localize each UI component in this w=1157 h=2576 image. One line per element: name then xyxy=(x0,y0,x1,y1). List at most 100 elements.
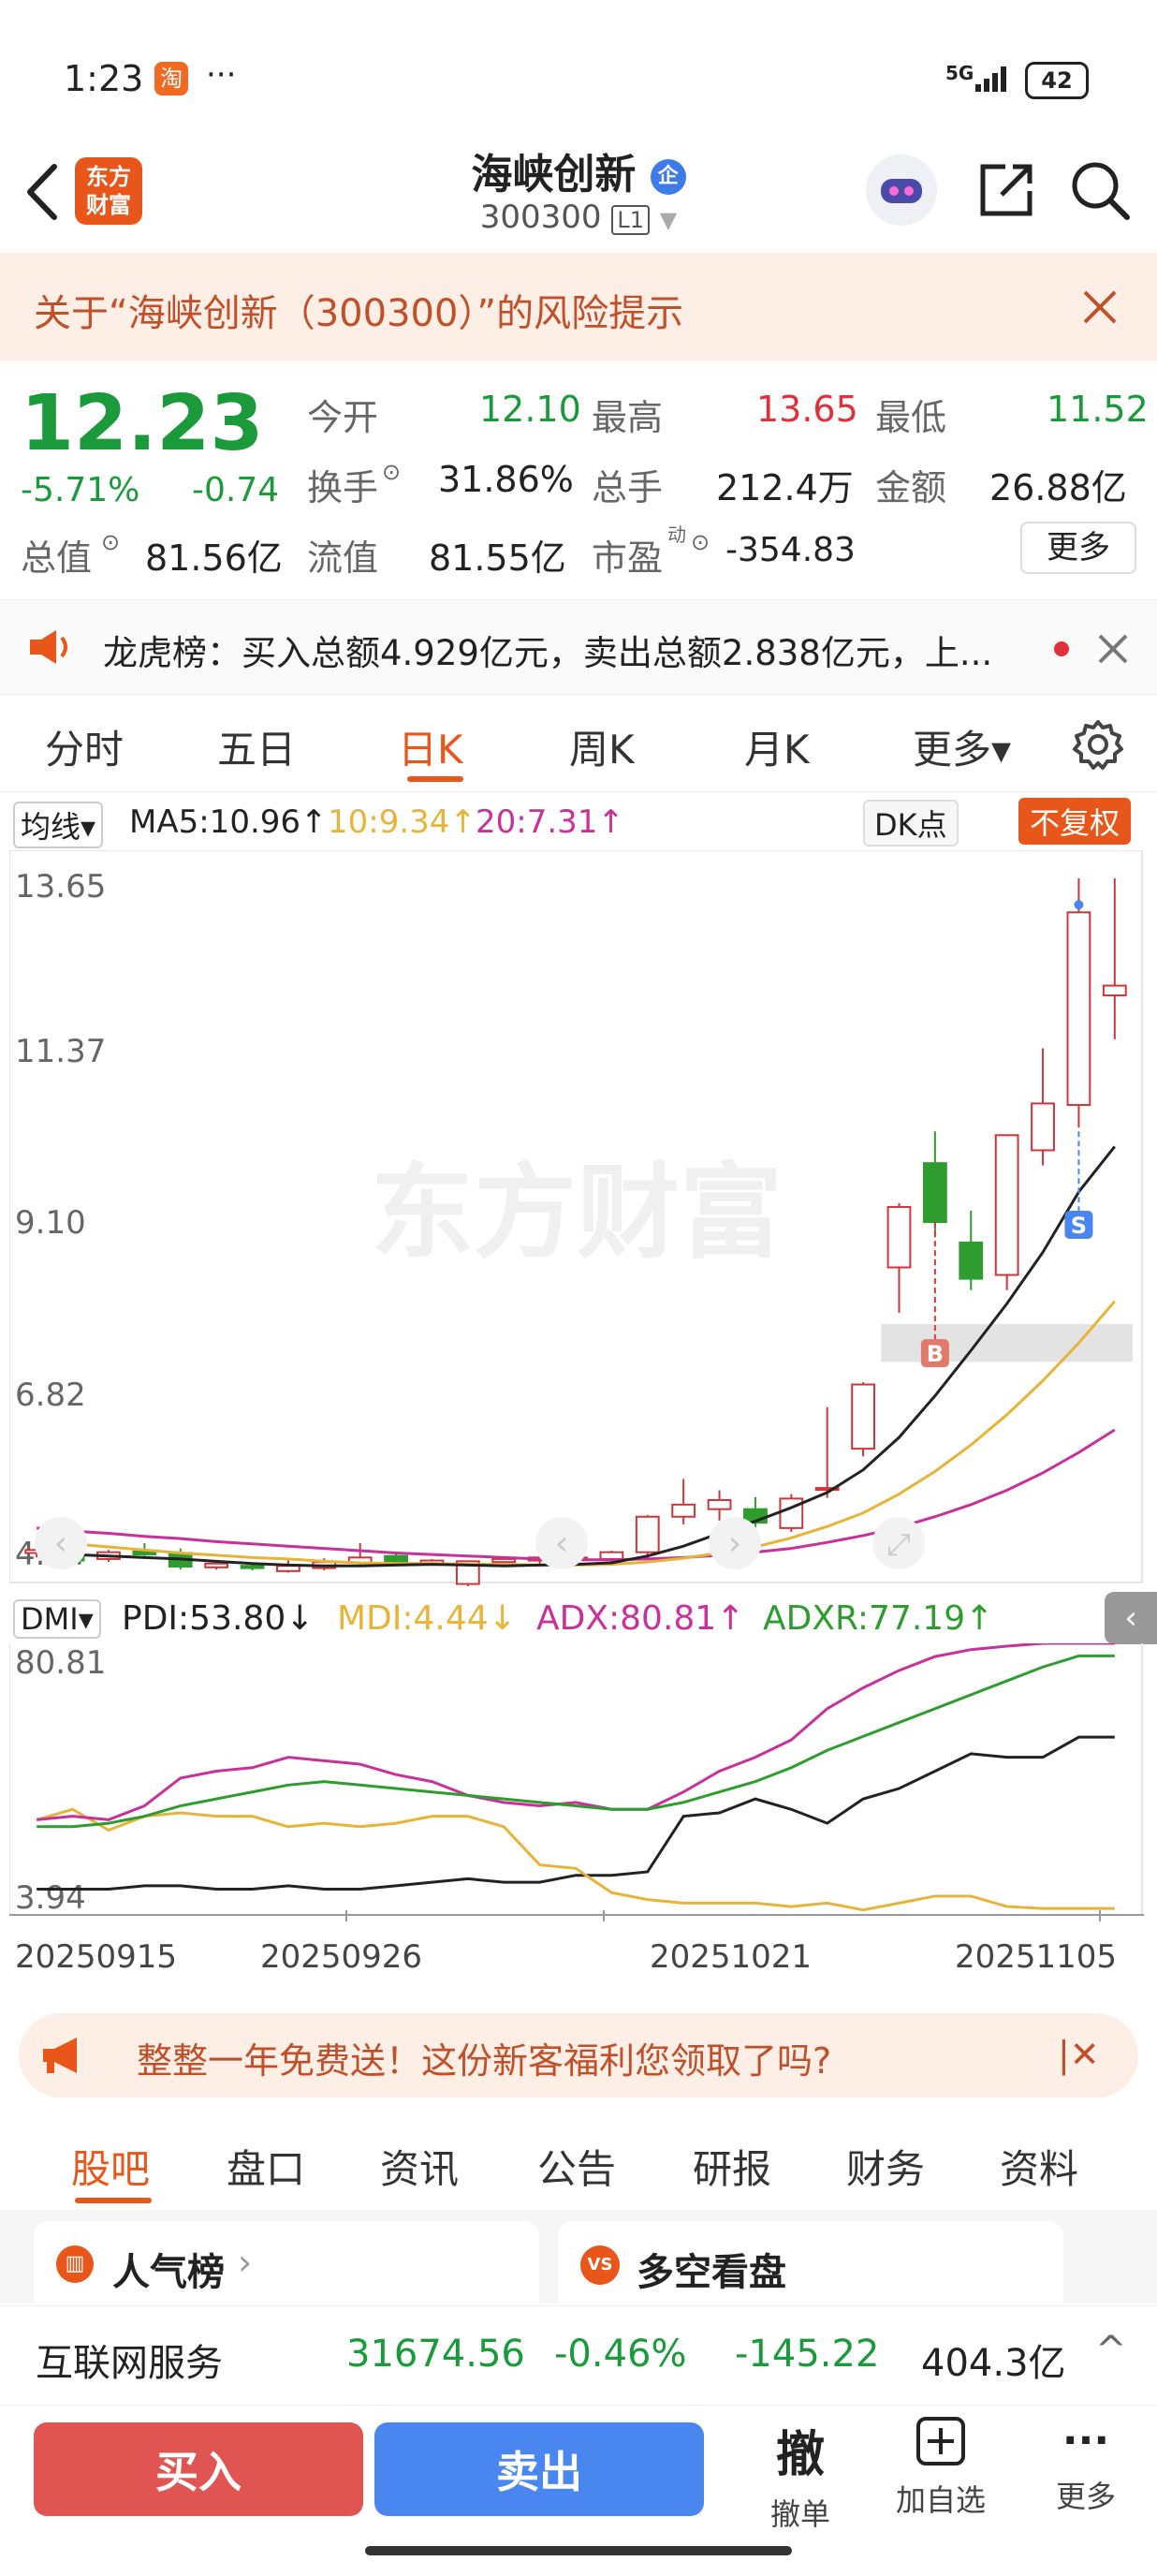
open-value: 12.10 xyxy=(479,389,581,430)
y-tick-label: 6.82 xyxy=(15,1376,86,1414)
sell-button[interactable]: 卖出 xyxy=(374,2422,704,2516)
date-label: 20251021 xyxy=(650,1938,813,1976)
turnover-value: 31.86% xyxy=(438,459,574,500)
action-bar: 买入 卖出 撤 撤单 加自选 ··· 更多 xyxy=(0,2405,1157,2576)
share-icon[interactable] xyxy=(974,157,1039,223)
network-5g-icon: 5G xyxy=(945,62,974,84)
tab-forum[interactable]: 股吧 xyxy=(71,2138,150,2195)
quote-panel: 12.23 -5.71% -0.74 今开 12.10 最高 13.65 最低 … xyxy=(0,361,1157,595)
tab-orderbook[interactable]: 盘口 xyxy=(227,2138,305,2195)
buy-marker-label: B xyxy=(927,1341,944,1367)
home-indicator xyxy=(365,2546,792,2555)
add-watchlist-button[interactable]: 加自选 xyxy=(875,2415,1006,2520)
sell-marker-label: S xyxy=(1071,1213,1087,1239)
candle-body xyxy=(707,1499,732,1510)
buy-button[interactable]: 买入 xyxy=(34,2422,363,2516)
battery-icon: 42 xyxy=(1025,62,1089,99)
candle-body xyxy=(1066,911,1091,1107)
tab-more[interactable]: 更多▾ xyxy=(913,718,1011,775)
dmi-selector-label: DMI xyxy=(21,1601,79,1637)
ranking-icon: ▥ xyxy=(56,2245,94,2283)
tab-news[interactable]: 资讯 xyxy=(380,2138,459,2195)
signal-icon xyxy=(975,66,1006,92)
tab-finance[interactable]: 财务 xyxy=(846,2138,925,2195)
y-tick-label: 3.94 xyxy=(15,1879,86,1917)
ma5-value: MA5:10.96↑ xyxy=(129,803,328,841)
industry-change: -145.22 xyxy=(735,2333,880,2376)
industry-pct: -0.46% xyxy=(554,2333,687,2376)
info-icon[interactable]: ⊙ xyxy=(101,529,120,555)
last-price: 12.23 xyxy=(21,379,264,468)
stock-title: 海峡创新 xyxy=(471,151,637,199)
risk-banner[interactable]: 关于“海峡创新（300300）”的风险提示 xyxy=(0,253,1157,361)
no-adjust-button[interactable]: 不复权 xyxy=(1018,798,1132,845)
tab-five-day[interactable]: 五日 xyxy=(217,718,296,775)
dropdown-arrow-icon[interactable]: ▼ xyxy=(660,207,677,233)
dk-point-button[interactable]: DK点 xyxy=(863,800,959,846)
add-label: 加自选 xyxy=(895,2482,986,2518)
chevron-right-icon: › xyxy=(238,2242,253,2283)
candle-body xyxy=(204,1562,229,1568)
settings-gear-icon[interactable] xyxy=(1072,718,1124,771)
feature-cards: ▥ 人气榜 › VS 多空看盘 xyxy=(0,2210,1157,2304)
y-tick-label: 13.65 xyxy=(15,868,106,905)
add-square-icon xyxy=(916,2417,965,2466)
industry-bar[interactable]: 互联网服务 31674.56 -0.46% -145.22 404.3亿 ^ xyxy=(0,2305,1157,2405)
search-icon[interactable] xyxy=(1067,157,1133,223)
more-button[interactable]: 更多 xyxy=(1020,522,1136,574)
sell-marker-dot xyxy=(1074,900,1084,910)
close-icon[interactable] xyxy=(1097,633,1129,665)
kline-chart[interactable]: 东方财富13.6511.379.106.824.54BS‹‹›⤢ xyxy=(8,849,1144,1590)
turnover-label: 换手 xyxy=(307,467,379,508)
date-label: 20250915 xyxy=(15,1938,178,1976)
popularity-card[interactable]: ▥ 人气榜 › xyxy=(34,2221,539,2304)
info-icon[interactable]: ⊙ xyxy=(382,459,401,485)
adx-line xyxy=(37,1641,1115,1821)
pe-superscript: 动 xyxy=(667,523,686,546)
amount-value: 26.88亿 xyxy=(989,467,1127,508)
tab-active-indicator xyxy=(75,2198,152,2203)
dragon-tiger-notice[interactable]: 龙虎榜：买入总额4.929亿元，卖出总额2.838亿元，上... xyxy=(0,599,1157,695)
indicator-selector[interactable]: 均线▾ xyxy=(13,802,104,848)
more-actions-button[interactable]: ··· 更多 xyxy=(1020,2415,1151,2516)
info-icon[interactable]: ⊙ xyxy=(691,529,710,555)
promo-banner[interactable]: 整整一年免费送！这份新客福利您领取了吗? |✕ xyxy=(19,2013,1138,2098)
tab-research[interactable]: 研报 xyxy=(693,2138,771,2195)
kline-svg: 东方财富13.6511.379.106.824.54BS‹‹›⤢ xyxy=(8,849,1143,1586)
mdi-line xyxy=(36,1807,1115,1912)
cancel-order-button[interactable]: 撤 撤单 xyxy=(735,2415,866,2534)
close-icon[interactable] xyxy=(1081,288,1119,326)
bull-bear-card[interactable]: VS 多空看盘 xyxy=(558,2221,1063,2304)
ai-assistant-icon[interactable] xyxy=(866,155,937,226)
tab-profile[interactable]: 资料 xyxy=(1000,2138,1078,2195)
chevron-up-icon[interactable]: ^ xyxy=(1095,2329,1127,2372)
low-value: 11.52 xyxy=(1047,389,1149,430)
tab-intraday[interactable]: 分时 xyxy=(45,718,124,775)
float-value: 81.55亿 xyxy=(429,537,566,579)
speaker-icon xyxy=(30,630,67,664)
tab-weekly-k[interactable]: 周K xyxy=(569,718,635,775)
close-icon[interactable]: |✕ xyxy=(1058,2034,1100,2075)
industry-index: 31674.56 xyxy=(346,2333,525,2376)
stock-code: 300300 xyxy=(479,199,602,236)
cancel-label: 撤单 xyxy=(769,2496,830,2532)
megaphone-icon xyxy=(43,2038,77,2073)
level-badge: L1 xyxy=(611,205,650,235)
tab-announcements[interactable]: 公告 xyxy=(537,2138,616,2195)
industry-amount: 404.3亿 xyxy=(921,2342,1066,2385)
date-label: 20250926 xyxy=(260,1938,423,1976)
dmi-chart[interactable]: 80.81 3.94 xyxy=(8,1641,1144,1929)
ma-legend: 均线▾ MA5:10.96↑ 10:9.34↑ 20:7.31↑ DK点 不复权 xyxy=(0,794,1157,850)
bull-bear-title: 多空看盘 xyxy=(637,2251,786,2294)
mdi-value: MDI:4.44↓ xyxy=(337,1599,517,1638)
ma10-value: 10:9.34↑ xyxy=(328,803,476,841)
vs-icon: VS xyxy=(580,2245,620,2285)
dmi-selector[interactable]: DMI▾ xyxy=(13,1599,101,1639)
change-value: -0.74 xyxy=(192,471,280,509)
collapse-panel-icon[interactable]: ‹ xyxy=(1105,1592,1157,1644)
y-tick-label: 80.81 xyxy=(15,1644,106,1682)
status-bar: 1:23 淘 ··· 5G 42 xyxy=(0,0,1157,140)
tab-daily-k[interactable]: 日K xyxy=(398,718,463,775)
tab-monthly-k[interactable]: 月K xyxy=(744,718,810,775)
more-dots-icon: ··· xyxy=(1062,2417,1110,2465)
